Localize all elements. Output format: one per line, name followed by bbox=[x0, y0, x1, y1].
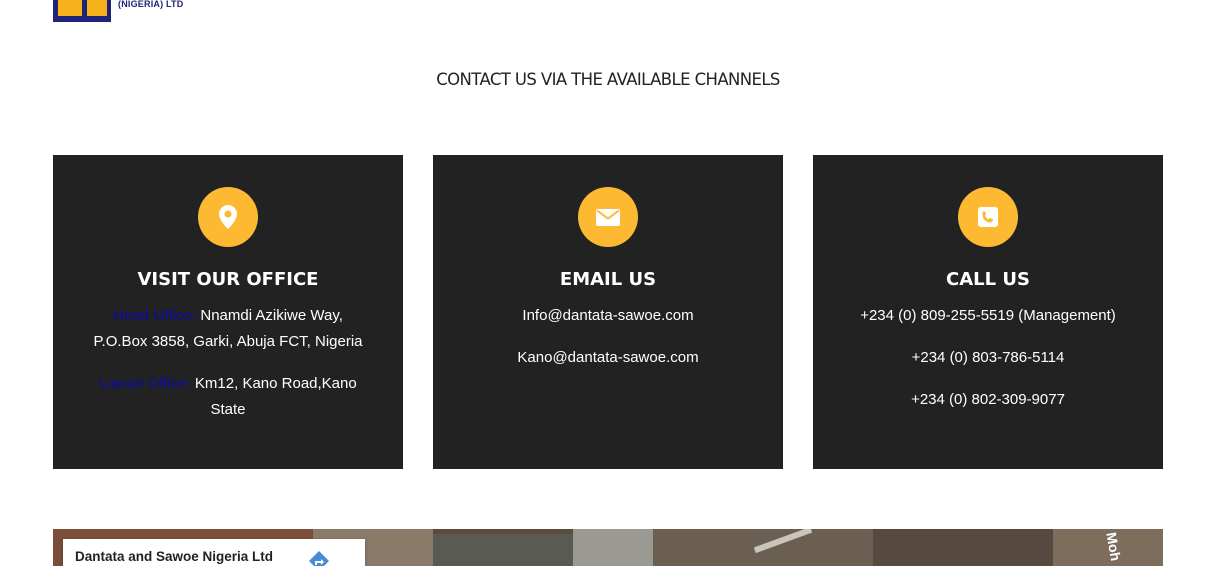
logo-mark bbox=[53, 0, 111, 22]
directions-icon[interactable] bbox=[309, 551, 329, 566]
map-place-card: Dantata and Sawoe Nigeria Ltd bbox=[63, 539, 365, 566]
email-link-kano[interactable]: Kano@dantata-sawoe.com bbox=[517, 349, 698, 366]
location-pin-icon bbox=[198, 187, 258, 247]
email-link-info[interactable]: Info@dantata-sawoe.com bbox=[522, 307, 693, 324]
head-office-line1: Nnamdi Azikiwe Way, bbox=[200, 307, 343, 324]
liaison-office-label: Liason Office: bbox=[99, 375, 191, 392]
head-office-label: Head Office: bbox=[113, 307, 197, 324]
liaison-office-line1: Km12, Kano Road,Kano bbox=[194, 375, 357, 392]
phone-link-3[interactable]: +234 (0) 802-309-9077 bbox=[911, 391, 1065, 408]
call-card: CALL US +234 (0) 809-255-5519 (Managemen… bbox=[813, 155, 1163, 469]
card-title: VISIT OUR OFFICE bbox=[137, 269, 319, 290]
email-card: EMAIL US Info@dantata-sawoe.com Kano@dan… bbox=[433, 155, 783, 469]
logo-subtext: (NIGERIA) LTD bbox=[118, 0, 184, 9]
head-office-line2: P.O.Box 3858, Garki, Abuja FCT, Nigeria bbox=[93, 333, 363, 350]
visit-office-card: VISIT OUR OFFICE Head Office: Nnamdi Azi… bbox=[53, 155, 403, 469]
phone-icon bbox=[958, 187, 1018, 247]
section-title: CONTACT US VIA THE AVAILABLE CHANNELS bbox=[436, 70, 780, 89]
card-title: EMAIL US bbox=[559, 269, 657, 290]
card-title: CALL US bbox=[946, 269, 1030, 290]
map-embed[interactable]: Dantata and Sawoe Nigeria Ltd Moh bbox=[53, 529, 1163, 566]
phone-link-management[interactable]: +234 (0) 809-255-5519 (Management) bbox=[860, 307, 1116, 324]
envelope-icon bbox=[578, 187, 638, 247]
phone-link-2[interactable]: +234 (0) 803-786-5114 bbox=[912, 349, 1065, 366]
liaison-office-line2: State bbox=[210, 401, 246, 418]
map-place-name: Dantata and Sawoe Nigeria Ltd bbox=[75, 549, 274, 564]
company-logo[interactable]: (NIGERIA) LTD bbox=[53, 0, 193, 24]
